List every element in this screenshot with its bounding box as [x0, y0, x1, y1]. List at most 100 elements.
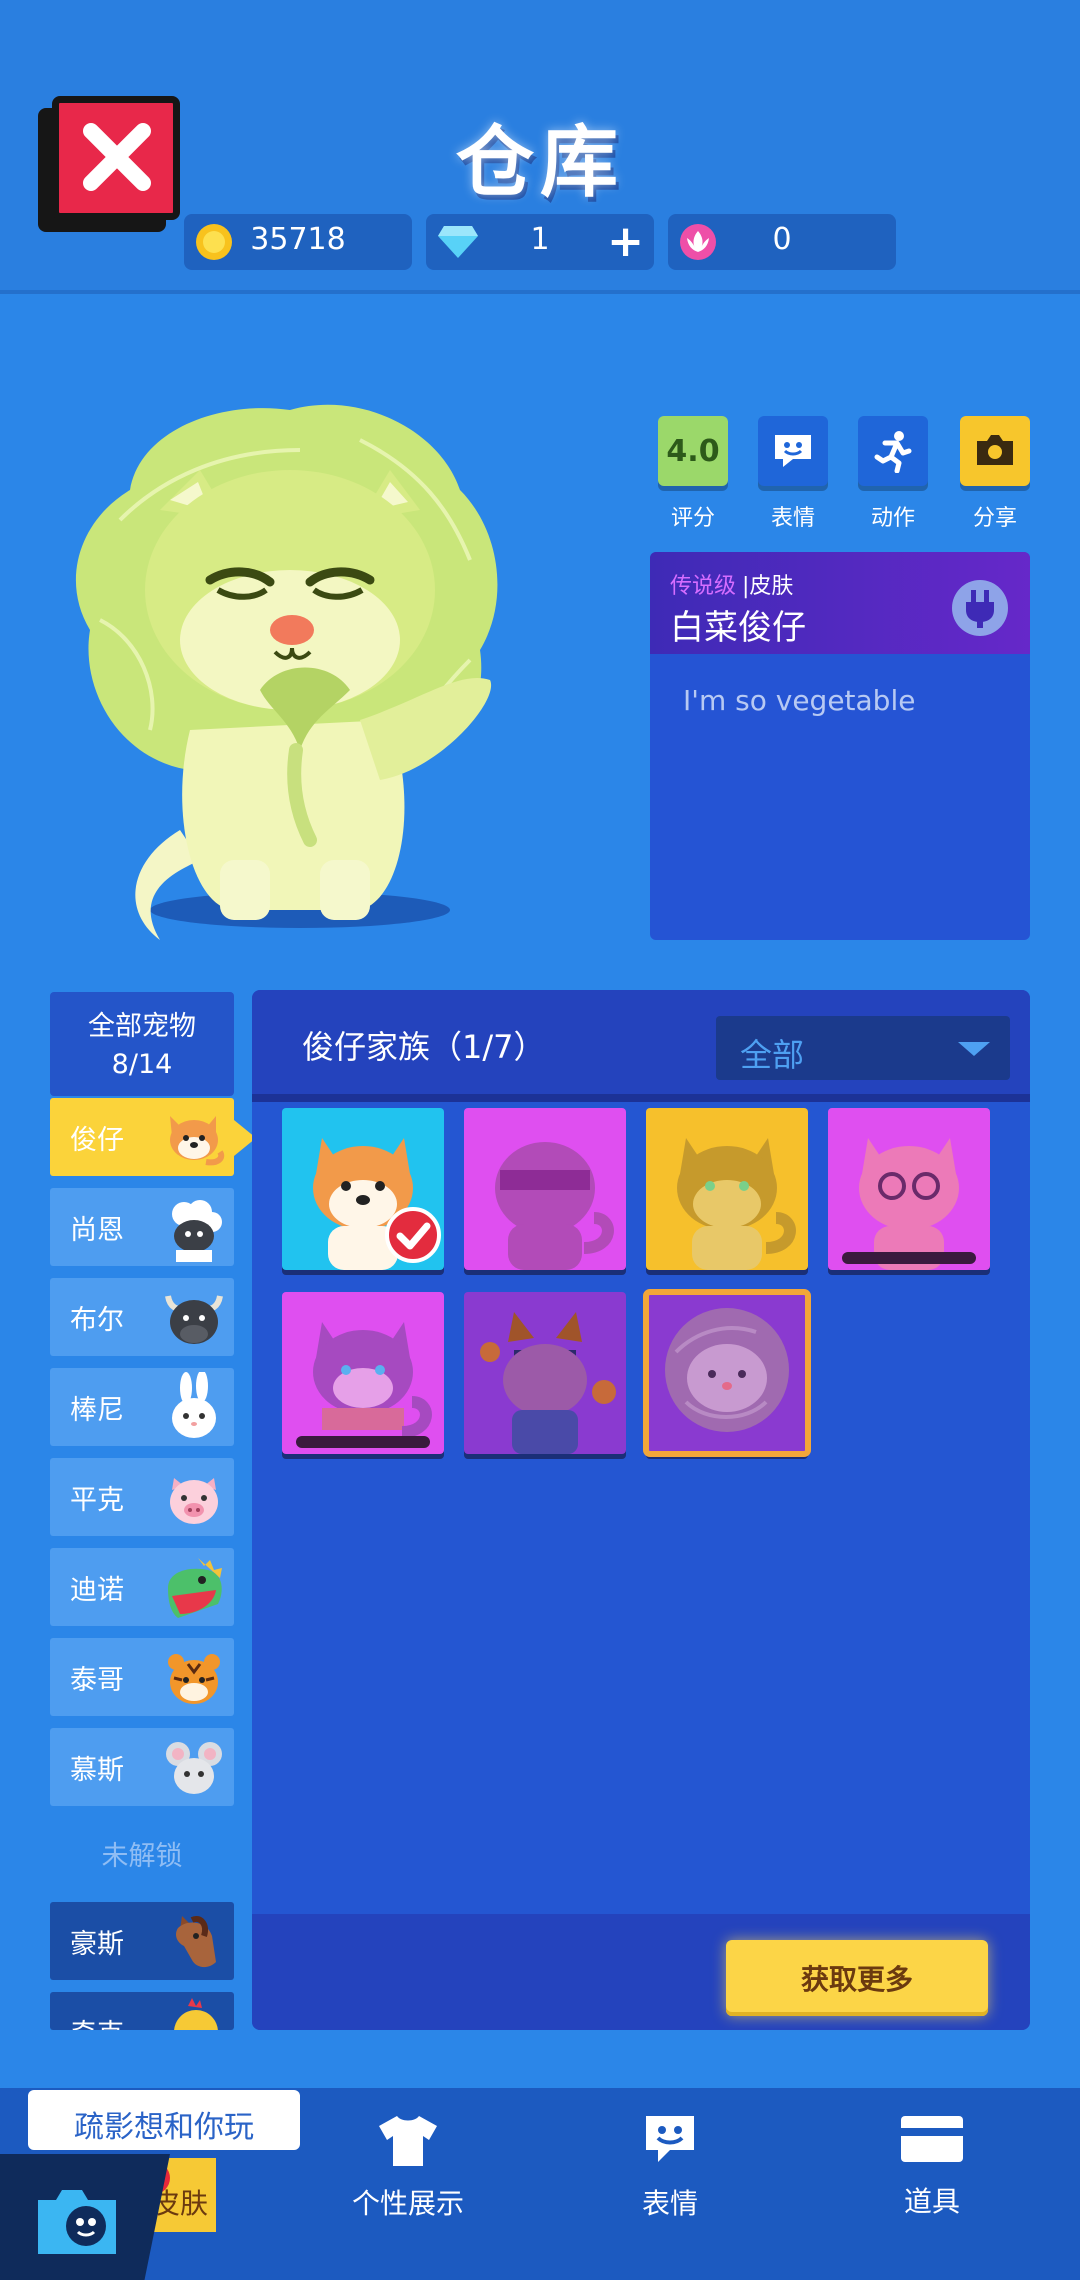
- gold-value: 35718: [250, 222, 346, 257]
- dino-face-icon: [168, 1558, 222, 1618]
- pig-face-icon: [170, 1478, 218, 1524]
- bull-face-icon: [165, 1295, 223, 1344]
- glasses-skin-icon: [859, 1138, 959, 1270]
- pet-preview-figure[interactable]: [60, 390, 580, 950]
- emote-icon: [646, 2116, 694, 2162]
- pet-item-pingke[interactable]: 平克: [50, 1458, 234, 1536]
- horse-face-icon: [176, 1916, 216, 1968]
- panel-header: 俊仔家族（1/7） 全部: [252, 990, 1030, 1102]
- skin-tile-pirate[interactable]: [464, 1292, 626, 1454]
- pet-item-bangni[interactable]: 棒尼: [50, 1368, 234, 1446]
- card-icon: [901, 2116, 963, 2162]
- motion-button-box: [858, 416, 928, 486]
- pet-name: 奇克: [70, 2012, 124, 2030]
- diamond-counter: 1 +: [426, 214, 654, 270]
- skin-tile-scarf[interactable]: [282, 1292, 444, 1454]
- shiba-face-icon: [170, 1116, 225, 1166]
- tab-emote[interactable]: 表情: [570, 2112, 770, 2222]
- invite-text: 疏影想和你玩: [74, 2110, 254, 2145]
- pet-item-taige[interactable]: 泰哥: [50, 1638, 234, 1716]
- pet-name: 泰哥: [70, 1665, 124, 1696]
- pet-item-haosi[interactable]: 豪斯: [50, 1902, 234, 1980]
- pet-name: 布尔: [70, 1305, 124, 1336]
- tab-personal-display[interactable]: 个性展示: [308, 2112, 508, 2222]
- pirate-skin-icon: [480, 1312, 616, 1454]
- close-button[interactable]: [52, 96, 180, 220]
- locked-section-label: 未解锁: [101, 1841, 183, 1872]
- cabbage-skin-icon: [665, 1308, 789, 1432]
- skin-name: 白菜俊仔: [670, 608, 806, 648]
- pet-name: 慕斯: [70, 1755, 124, 1786]
- chick-face-icon: [174, 1998, 218, 2030]
- token-counter: 0: [668, 214, 896, 270]
- camera-icon: [977, 435, 1013, 465]
- tab-label: 个性展示: [351, 2187, 464, 2220]
- pet-item-qike[interactable]: 奇克: [50, 1992, 234, 2030]
- share-button-box: [960, 416, 1030, 486]
- pet-name: 尚恩: [70, 1215, 124, 1246]
- rating-badge: 4.0: [658, 416, 728, 486]
- family-title: 俊仔家族（1/7）: [302, 1028, 546, 1066]
- pet-item-shangen[interactable]: 尚恩: [50, 1188, 234, 1266]
- pet-item-dinuo[interactable]: 迪诺: [50, 1548, 234, 1626]
- add-diamond-button[interactable]: +: [607, 216, 644, 267]
- gold-counter: 35718: [184, 214, 412, 270]
- emote-button-box: [758, 416, 828, 486]
- filter-dropdown[interactable]: 全部: [716, 1016, 1010, 1080]
- tab-label: 道具: [903, 2185, 960, 2218]
- skin-tile-default[interactable]: [282, 1108, 444, 1270]
- tab-items[interactable]: 道具: [832, 2112, 1032, 2220]
- close-icon: [83, 123, 151, 191]
- invite-bubble[interactable]: 疏影想和你玩: [28, 2090, 300, 2150]
- mouse-face-icon: [166, 1742, 222, 1794]
- emote-button[interactable]: 表情: [758, 416, 828, 532]
- motion-button[interactable]: 动作: [858, 416, 928, 532]
- rarity-label: 传说级: [670, 574, 737, 599]
- plug-icon[interactable]: [950, 578, 1010, 638]
- running-icon: [874, 431, 912, 473]
- all-pets-label: 全部宠物: [88, 1011, 196, 1042]
- motion-label: 动作: [870, 506, 915, 531]
- scarf-skin-icon: [313, 1322, 432, 1438]
- skin-info-card: 传说级 |皮肤 白菜俊仔 I'm so vegetable: [650, 552, 1030, 940]
- pet-name: 迪诺: [70, 1575, 124, 1606]
- rating-value: 4.0: [666, 433, 720, 469]
- tshirt-icon: [379, 2116, 437, 2166]
- skin-tile-cabbage[interactable]: [643, 1289, 811, 1457]
- skin-tile-gold[interactable]: [646, 1108, 808, 1270]
- token-value: 0: [772, 222, 792, 257]
- skin-progress-bar: [296, 1436, 430, 1448]
- all-pets-tab[interactable]: 全部宠物 8/14: [50, 992, 234, 1096]
- rabbit-face-icon: [172, 1372, 216, 1438]
- sheep-face-icon: [172, 1200, 222, 1262]
- friend-chat-icon[interactable]: [30, 2180, 124, 2264]
- tab-label: 表情: [641, 2187, 698, 2220]
- get-more-label: 获取更多: [800, 1963, 913, 1996]
- pet-name: 平克: [70, 1485, 124, 1516]
- gold-shiba-skin-icon: [677, 1138, 796, 1270]
- category-label: |皮肤: [742, 574, 794, 599]
- filter-selected-value: 全部: [740, 1036, 805, 1074]
- skin-tile-ninja[interactable]: [464, 1108, 626, 1270]
- skin-description: I'm so vegetable: [683, 684, 916, 717]
- emote-icon: [775, 435, 811, 467]
- emote-label: 表情: [770, 506, 815, 531]
- skin-progress-bar: [842, 1252, 976, 1264]
- pet-name: 棒尼: [70, 1395, 124, 1426]
- ninja-skin-icon: [495, 1142, 614, 1270]
- pet-item-musi[interactable]: 慕斯: [50, 1728, 234, 1806]
- dropdown-arrow-icon: [958, 1042, 990, 1056]
- share-button[interactable]: 分享: [960, 416, 1030, 532]
- page-title: 仓库: [455, 118, 624, 208]
- rating-label: 评分: [670, 506, 715, 531]
- pet-item-junzai[interactable]: 俊仔: [50, 1098, 234, 1176]
- checkmark-icon: [385, 1207, 441, 1263]
- get-more-button[interactable]: 获取更多: [726, 1940, 988, 2016]
- share-label: 分享: [972, 506, 1017, 531]
- pet-name: 豪斯: [70, 1929, 124, 1960]
- rating-button[interactable]: 4.0 评分: [658, 416, 728, 532]
- pet-name: 俊仔: [70, 1125, 124, 1156]
- pet-item-buer[interactable]: 布尔: [50, 1278, 234, 1356]
- skin-tile-glasses[interactable]: [828, 1108, 990, 1270]
- tiger-face-icon: [168, 1654, 220, 1704]
